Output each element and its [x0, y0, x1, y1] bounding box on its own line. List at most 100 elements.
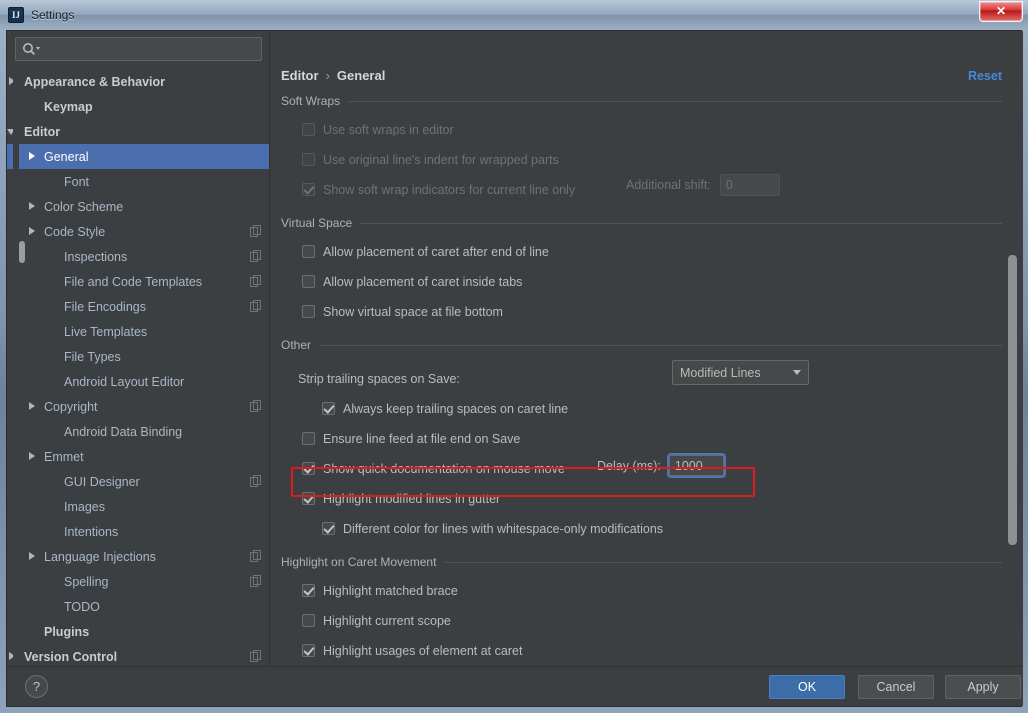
sidebar-item-file-types[interactable]: File Types — [7, 344, 269, 369]
copy-settings-icon[interactable] — [250, 475, 262, 488]
sidebar-item-label: File Types — [64, 349, 121, 364]
checkbox-virtual-space-bottom[interactable] — [302, 305, 315, 318]
sidebar-item-copyright[interactable]: Copyright — [7, 394, 269, 419]
section-header-caret-movement: Highlight on Caret Movement — [270, 552, 1023, 572]
close-icon[interactable]: ✕ — [979, 1, 1023, 22]
checkbox-use-original-indent[interactable] — [302, 153, 315, 166]
sidebar-item-gui-designer[interactable]: GUI Designer — [7, 469, 269, 494]
chevron-right-icon[interactable] — [27, 401, 38, 412]
checkbox-matched-brace[interactable] — [302, 584, 315, 597]
ok-button[interactable]: OK — [769, 675, 845, 699]
section-title: Virtual Space — [281, 216, 353, 230]
breadcrumb-separator: › — [325, 68, 330, 83]
checkbox-ensure-line-feed[interactable] — [302, 432, 315, 445]
checkbox-row-quick-documentation[interactable]: Show quick documentation on mouse move D… — [270, 455, 1023, 480]
sidebar-item-language-injections[interactable]: Language Injections — [7, 544, 269, 569]
breadcrumb-parent[interactable]: Editor — [281, 68, 319, 83]
sidebar-scrollbar-thumb[interactable] — [19, 241, 25, 263]
sidebar-item-android-layout-editor[interactable]: Android Layout Editor — [7, 369, 269, 394]
checkbox-row-use-soft-wraps[interactable]: Use soft wraps in editor — [270, 118, 1023, 141]
checkbox-caret-after-eol[interactable] — [302, 245, 315, 258]
sidebar-item-plugins[interactable]: Plugins — [7, 619, 269, 644]
strip-trailing-spaces-select[interactable]: Modified Lines — [672, 360, 809, 385]
sidebar-item-todo[interactable]: TODO — [7, 594, 269, 619]
sidebar-item-android-data-binding[interactable]: Android Data Binding — [7, 419, 269, 444]
sidebar-item-editor[interactable]: Editor — [7, 119, 269, 144]
sidebar-item-images[interactable]: Images — [7, 494, 269, 519]
copy-settings-icon[interactable] — [250, 275, 262, 288]
sidebar-item-label: Appearance & Behavior — [24, 74, 166, 89]
search-box[interactable] — [15, 37, 262, 61]
checkbox-different-color[interactable] — [322, 522, 335, 535]
chevron-right-icon[interactable] — [27, 551, 38, 562]
sidebar-scrollbar-track[interactable] — [13, 69, 25, 667]
checkbox-caret-inside-tabs[interactable] — [302, 275, 315, 288]
label-delay: Delay (ms): — [597, 458, 661, 473]
search-input[interactable] — [15, 37, 262, 61]
checkbox-row-current-scope[interactable]: Highlight current scope — [270, 609, 1023, 632]
checkbox-row-different-color[interactable]: Different color for lines with whitespac… — [270, 517, 1023, 540]
reset-link[interactable]: Reset — [968, 69, 1002, 83]
checkbox-current-scope[interactable] — [302, 614, 315, 627]
checkbox-row-use-original-indent[interactable]: Use original line's indent for wrapped p… — [270, 148, 1023, 171]
checkbox-use-soft-wraps[interactable] — [302, 123, 315, 136]
checkbox-quick-documentation[interactable] — [302, 462, 315, 475]
settings-window: Settings ✕ Appearance & Behavior Keymap Ed… — [0, 0, 1028, 713]
checkbox-usages-at-caret[interactable] — [302, 644, 315, 657]
copy-settings-icon[interactable] — [250, 575, 262, 588]
checkbox-row-keep-trailing-spaces[interactable]: Always keep trailing spaces on caret lin… — [270, 397, 1023, 420]
additional-shift-input[interactable] — [719, 174, 780, 196]
sidebar-item-intentions[interactable]: Intentions — [7, 519, 269, 544]
copy-settings-icon[interactable] — [250, 550, 262, 563]
chevron-right-icon[interactable] — [27, 451, 38, 462]
help-icon[interactable]: ? — [25, 675, 48, 698]
copy-settings-icon[interactable] — [250, 650, 262, 663]
main-scrollbar-thumb[interactable] — [1008, 255, 1017, 545]
section-header-other: Other — [270, 335, 1023, 355]
checkbox-row-highlight-modified-lines[interactable]: Highlight modified lines in gutter — [270, 487, 1023, 510]
sidebar-item-label: Live Templates — [64, 324, 148, 339]
delay-group: Delay (ms): — [597, 455, 724, 476]
chevron-right-icon[interactable] — [27, 201, 38, 212]
sidebar-item-label: Emmet — [44, 449, 84, 464]
delay-input[interactable] — [668, 455, 724, 476]
copy-settings-icon[interactable] — [250, 300, 262, 313]
checkbox-row-ensure-line-feed[interactable]: Ensure line feed at file end on Save — [270, 427, 1023, 450]
checkbox-show-soft-wrap-indicators[interactable] — [302, 183, 315, 196]
sidebar-item-live-templates[interactable]: Live Templates — [7, 319, 269, 344]
cancel-button[interactable]: Cancel — [858, 675, 934, 699]
checkbox-keep-trailing-spaces[interactable] — [322, 402, 335, 415]
additional-shift-group: Additional shift: — [626, 174, 780, 196]
checkbox-row-matched-brace[interactable]: Highlight matched brace — [270, 579, 1023, 602]
sidebar-item-keymap[interactable]: Keymap — [7, 94, 269, 119]
checkbox-row-caret-inside-tabs[interactable]: Allow placement of caret inside tabs — [270, 270, 1023, 293]
sidebar-item-label: Images — [64, 499, 105, 514]
sidebar-item-color-scheme[interactable]: Color Scheme — [7, 194, 269, 219]
apply-button[interactable]: Apply — [945, 675, 1021, 699]
sidebar-item-file-encodings[interactable]: File Encodings — [7, 294, 269, 319]
sidebar-item-spelling[interactable]: Spelling — [7, 569, 269, 594]
copy-settings-icon[interactable] — [250, 250, 262, 263]
sidebar-item-label: Color Scheme — [44, 199, 124, 214]
sidebar-item-file-and-code-templates[interactable]: File and Code Templates — [7, 269, 269, 294]
checkbox-row-virtual-space-bottom[interactable]: Show virtual space at file bottom — [270, 300, 1023, 323]
sidebar-item-emmet[interactable]: Emmet — [7, 444, 269, 469]
sidebar-item-code-style[interactable]: Code Style — [7, 219, 269, 244]
sidebar-item-general[interactable]: General — [7, 144, 269, 169]
sidebar-item-inspections[interactable]: Inspections — [7, 244, 269, 269]
sidebar-item-version-control[interactable]: Version Control — [7, 644, 269, 668]
chevron-right-icon[interactable] — [27, 151, 38, 162]
checkbox-row-caret-after-eol[interactable]: Allow placement of caret after end of li… — [270, 240, 1023, 263]
chevron-right-icon[interactable] — [27, 226, 38, 237]
strip-trailing-spaces-value: Modified Lines — [680, 365, 761, 380]
sidebar-item-font[interactable]: Font — [7, 169, 269, 194]
copy-settings-icon[interactable] — [250, 225, 262, 238]
copy-settings-icon[interactable] — [250, 400, 262, 413]
sidebar-item-appearance-behavior[interactable]: Appearance & Behavior — [7, 69, 269, 94]
checkbox-row-usages-at-caret[interactable]: Highlight usages of element at caret — [270, 639, 1023, 662]
checkbox-highlight-modified-lines[interactable] — [302, 492, 315, 505]
main-scrollbar-track[interactable] — [1008, 143, 1020, 668]
sidebar-item-label: Code Style — [44, 224, 106, 239]
